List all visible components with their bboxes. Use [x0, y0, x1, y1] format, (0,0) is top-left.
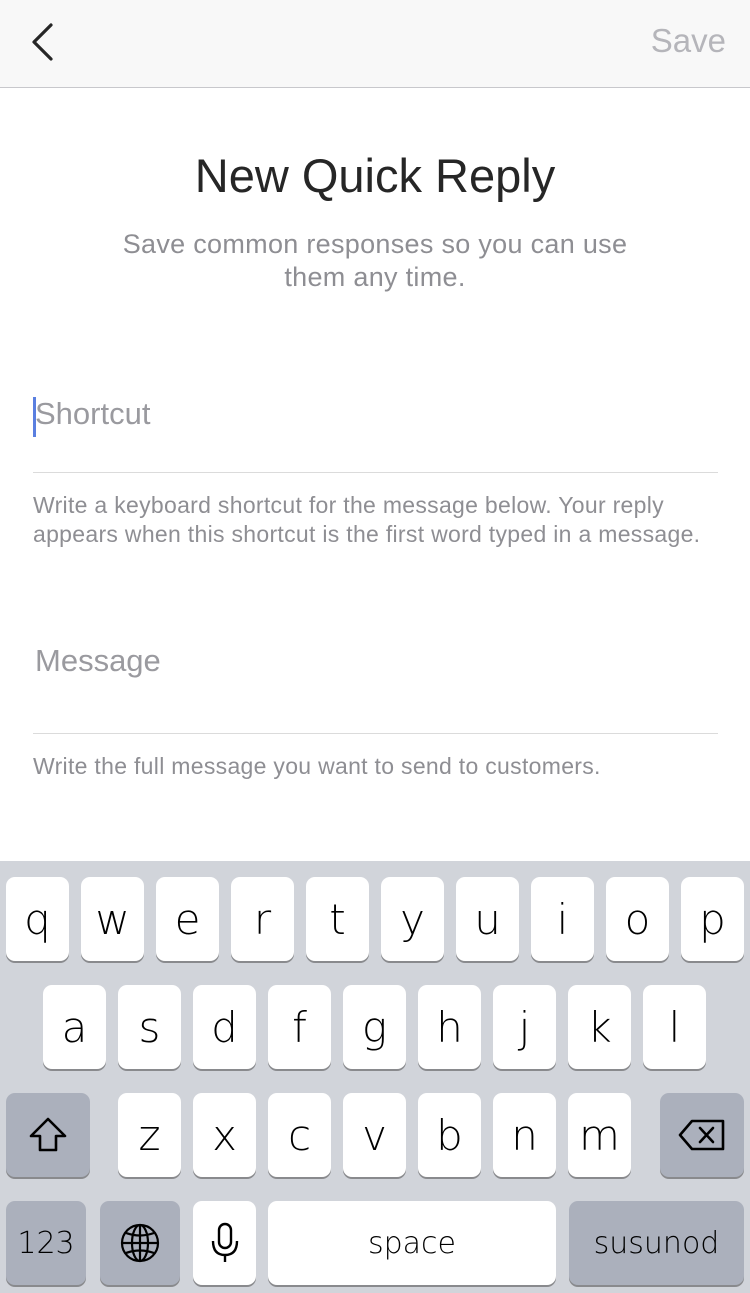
globe-icon	[120, 1223, 160, 1263]
key-o[interactable]: o	[606, 877, 669, 961]
key-w[interactable]: w	[81, 877, 144, 961]
navigation-bar: Save	[0, 0, 750, 88]
microphone-icon	[211, 1222, 238, 1262]
key-x[interactable]: x	[193, 1093, 256, 1177]
shortcut-placeholder: Shortcut	[35, 396, 151, 431]
save-button[interactable]: Save	[651, 22, 726, 60]
key-k[interactable]: k	[568, 985, 631, 1069]
key-z[interactable]: z	[118, 1093, 181, 1177]
message-field[interactable]: Message	[33, 625, 718, 734]
key-v[interactable]: v	[343, 1093, 406, 1177]
chevron-left-icon	[32, 23, 53, 61]
space-key[interactable]: space	[268, 1201, 556, 1285]
key-c[interactable]: c	[268, 1093, 331, 1177]
return-key[interactable]: susunod	[569, 1201, 744, 1285]
key-d[interactable]: d	[193, 985, 256, 1069]
key-a[interactable]: a	[43, 985, 106, 1069]
backspace-icon	[678, 1119, 725, 1151]
key-q[interactable]: q	[6, 877, 69, 961]
key-p[interactable]: p	[681, 877, 744, 961]
key-r[interactable]: r	[231, 877, 294, 961]
key-h[interactable]: h	[418, 985, 481, 1069]
key-l[interactable]: l	[643, 985, 706, 1069]
page-title: New Quick Reply	[194, 149, 556, 202]
shift-icon	[29, 1117, 67, 1152]
numbers-key[interactable]: 123	[6, 1201, 86, 1285]
back-button[interactable]	[18, 14, 66, 70]
key-f[interactable]: f	[268, 985, 331, 1069]
key-n[interactable]: n	[493, 1093, 556, 1177]
message-placeholder: Message	[35, 643, 161, 678]
on-screen-keyboard: q w e r t y u i o p a s d f g h j k l z …	[0, 861, 750, 1293]
key-t[interactable]: t	[306, 877, 369, 961]
page-subtitle: Save common responses so you can use the…	[122, 229, 628, 292]
key-e[interactable]: e	[156, 877, 219, 961]
shortcut-field[interactable]: Shortcut	[33, 378, 718, 473]
delete-key[interactable]	[660, 1093, 744, 1177]
key-m[interactable]: m	[568, 1093, 631, 1177]
shift-key[interactable]	[6, 1093, 90, 1177]
key-s[interactable]: s	[118, 985, 181, 1069]
key-u[interactable]: u	[456, 877, 519, 961]
globe-key[interactable]	[100, 1201, 180, 1285]
key-j[interactable]: j	[493, 985, 556, 1069]
key-b[interactable]: b	[418, 1093, 481, 1177]
message-help-text: Write the full message you want to send …	[33, 753, 601, 779]
key-i[interactable]: i	[531, 877, 594, 961]
shortcut-help-text: Write a keyboard shortcut for the messag…	[33, 492, 701, 547]
key-g[interactable]: g	[343, 985, 406, 1069]
key-y[interactable]: y	[381, 877, 444, 961]
microphone-key[interactable]	[193, 1201, 256, 1285]
